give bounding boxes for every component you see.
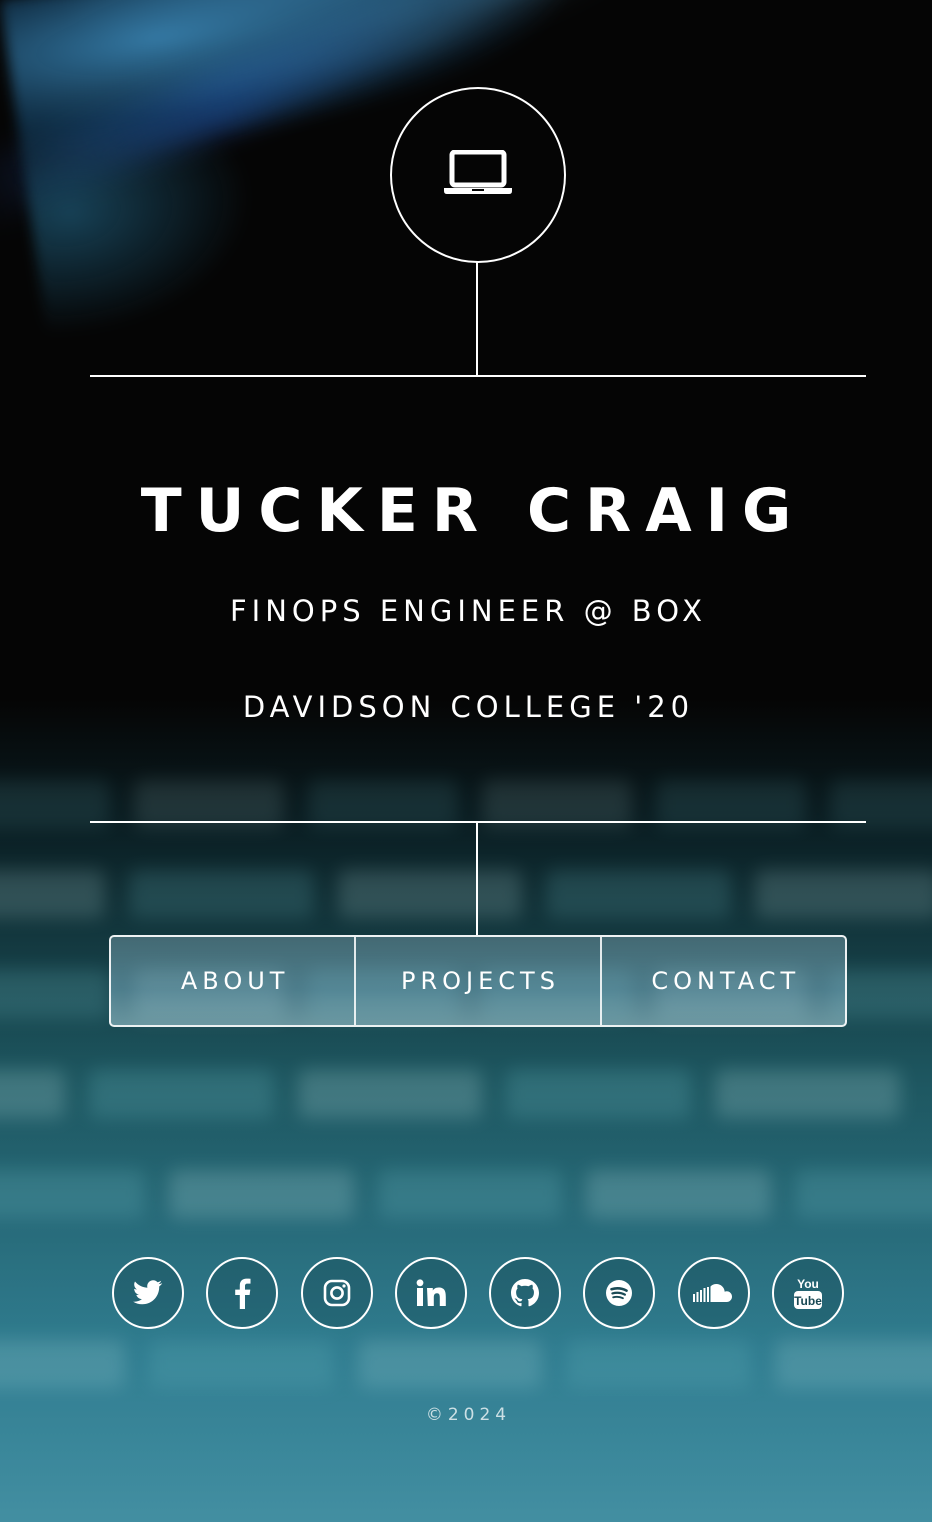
instagram-link[interactable] (300, 1257, 373, 1329)
facebook-icon (233, 1277, 251, 1309)
page-title: TUCKER CRAIG (140, 476, 806, 546)
laptop-icon (443, 149, 513, 200)
facebook-link[interactable] (206, 1257, 279, 1329)
education-text: DAVIDSON COLLEGE '20 (242, 690, 695, 724)
github-icon (511, 1279, 540, 1307)
hero-content: TUCKER CRAIG FINOPS ENGINEER @ BOX DAVID… (0, 0, 932, 1522)
copyright-text: ©2024 (425, 1405, 512, 1425)
divider-vertical-bottom (476, 823, 478, 935)
main-nav: ABOUT PROJECTS CONTACT (109, 935, 847, 1027)
logo-circle (390, 87, 566, 263)
instagram-icon (323, 1279, 351, 1307)
soundcloud-link[interactable] (677, 1257, 750, 1329)
linkedin-link[interactable] (394, 1257, 467, 1329)
nav-contact-button[interactable]: CONTACT (599, 937, 845, 1025)
nav-projects-button[interactable]: PROJECTS (354, 937, 599, 1025)
svg-text:Tube: Tube (794, 1294, 822, 1308)
linkedin-icon (416, 1279, 446, 1307)
spotify-link[interactable] (583, 1257, 656, 1329)
twitter-link[interactable] (112, 1257, 184, 1329)
github-link[interactable] (489, 1257, 562, 1329)
youtube-icon: You Tube (793, 1276, 823, 1310)
divider-vertical-top (476, 261, 478, 375)
youtube-link[interactable]: You Tube (771, 1257, 844, 1329)
twitter-icon (133, 1280, 163, 1306)
spotify-icon (605, 1279, 633, 1307)
divider-horizontal-top (90, 375, 866, 377)
job-title: FINOPS ENGINEER @ BOX (229, 594, 708, 628)
social-links: You Tube (112, 1257, 844, 1329)
nav-about-button[interactable]: ABOUT (111, 937, 354, 1025)
svg-text:You: You (797, 1277, 819, 1291)
divider-horizontal-bottom (90, 821, 866, 823)
soundcloud-icon (692, 1283, 735, 1303)
